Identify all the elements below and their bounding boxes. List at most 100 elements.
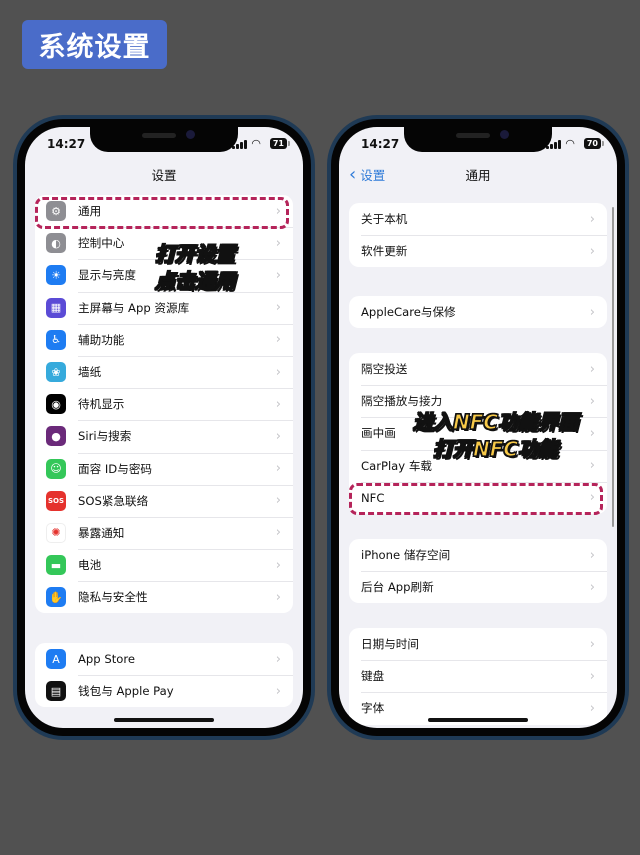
general-item-label: 关于本机 [361, 212, 408, 227]
settings-item[interactable]: ◉ 待机显示 › [35, 388, 293, 420]
annotation-right: 进入NFC功能界面 打开NFC功能 [412, 409, 579, 461]
settings-item-label: 墙纸 [78, 365, 102, 380]
chevron-right-icon: › [275, 525, 281, 541]
hand-icon: ✋ [46, 587, 66, 608]
general-item-label: 后台 App刷新 [361, 580, 434, 595]
general-item-label: 键盘 [361, 669, 385, 684]
settings-item-label: 电池 [78, 558, 102, 573]
wifi-icon: ◠ [565, 136, 575, 150]
general-item-label: iPhone 储存空间 [361, 548, 451, 563]
settings-item[interactable]: ● Siri与搜索 › [35, 420, 293, 452]
header-badge: 系统设置 [22, 20, 167, 69]
page-title: 设置 [151, 168, 177, 183]
chevron-right-icon: › [589, 243, 595, 259]
notch [90, 127, 238, 152]
chevron-right-icon: › [275, 651, 281, 667]
settings-item[interactable]: ☺ 面容 ID与密码 › [35, 452, 293, 485]
chevron-right-icon: › [589, 211, 595, 227]
settings-item[interactable]: ♿ 辅助功能 › [35, 323, 293, 356]
settings-item[interactable]: ▤ 钱包与 Apple Pay › [35, 675, 293, 707]
chevron-left-icon: ‹ [349, 163, 357, 185]
general-item[interactable]: iPhone 储存空间 › [349, 539, 607, 571]
chevron-right-icon: › [275, 396, 281, 412]
status-time: 14:27 [361, 137, 400, 151]
camera-icon [186, 130, 195, 139]
chevron-right-icon: › [589, 700, 595, 716]
settings-item[interactable]: ▦ 主屏幕与 App 资源库 › [35, 291, 293, 324]
settings-item-label: 面容 ID与密码 [78, 461, 153, 476]
highlight-nfc [349, 483, 603, 515]
exposure-icon: ✺ [46, 522, 66, 543]
general-item[interactable]: 关于本机 › [349, 203, 607, 235]
chevron-right-icon: › [275, 493, 281, 509]
chevron-right-icon: › [589, 579, 595, 595]
chevron-right-icon: › [275, 300, 281, 316]
scrollbar[interactable] [611, 207, 614, 527]
phone-general: 14:27 ◠ 70 ‹ 设置 通用 关于本机 › 软件更新 › AppleCare与保… [327, 115, 629, 740]
siri-icon: ● [46, 426, 66, 447]
settings-item[interactable]: A App Store › [35, 643, 293, 675]
settings-item-label: 主屏幕与 App 资源库 [78, 300, 190, 315]
general-group-applecare: AppleCare与保修 › [349, 296, 607, 329]
general-item-label: 日期与时间 [361, 637, 419, 652]
sun-icon: ☀ [46, 265, 66, 286]
general-item-label: 字体 [361, 701, 385, 716]
chevron-right-icon: › [589, 361, 595, 377]
general-item[interactable]: 键盘 › [349, 660, 607, 692]
chevron-right-icon: › [275, 364, 281, 380]
chevron-right-icon: › [589, 636, 595, 652]
highlight-general [35, 197, 289, 229]
chevron-right-icon: › [275, 683, 281, 699]
status-time: 14:27 [47, 137, 86, 151]
chevron-right-icon: › [589, 304, 595, 320]
settings-item[interactable]: ▬ 电池 › [35, 549, 293, 581]
chevron-right-icon: › [589, 458, 595, 474]
battery-icon: 70 [583, 138, 605, 149]
annotation-left: 打开设置 点击通用 [154, 241, 235, 293]
general-item-label: 隔空投送 [361, 362, 408, 377]
general-item[interactable]: 隔空投送 › [349, 353, 607, 385]
battery-icon: 71 [269, 138, 291, 149]
general-item[interactable]: AppleCare与保修 › [349, 296, 607, 328]
general-item[interactable]: 软件更新 › [349, 235, 607, 267]
general-group-datetime: 日期与时间 › 键盘 › 字体 › [349, 628, 607, 725]
page-title: 通用 [465, 168, 491, 183]
settings-item[interactable]: SOS SOS紧急联络 › [35, 484, 293, 517]
chevron-right-icon: › [589, 547, 595, 563]
chevron-right-icon: › [589, 425, 595, 441]
home-indicator[interactable] [428, 718, 528, 722]
chevron-right-icon: › [275, 461, 281, 477]
battery-icon: ▬ [46, 555, 66, 576]
general-item-label: 软件更新 [361, 244, 408, 259]
settings-item[interactable]: ✋ 隐私与安全性 › [35, 581, 293, 613]
settings-item-label: 待机显示 [78, 397, 125, 412]
phone-settings: 14:27 ◠ 71 设置 ⚙ 通用 › ◐ 控制中心 › ☀ 显示与亮度 › ▦ 主屏幕与 App… [13, 115, 315, 740]
settings-item-label: Siri与搜索 [78, 429, 132, 444]
standby-icon: ◉ [46, 394, 66, 415]
general-item-label: 隔空播放与接力 [361, 394, 443, 409]
general-group-about: 关于本机 › 软件更新 › [349, 203, 607, 268]
camera-icon [500, 130, 509, 139]
settings-item-label: 暴露通知 [78, 525, 125, 540]
home-indicator[interactable] [114, 718, 214, 722]
settings-item-label: 隐私与安全性 [78, 590, 148, 605]
flower-icon: ❀ [46, 362, 66, 383]
face-id-icon: ☺ [46, 458, 66, 479]
general-item[interactable]: 日期与时间 › [349, 628, 607, 660]
chevron-right-icon: › [275, 557, 281, 573]
home-grid-icon: ▦ [46, 297, 66, 318]
chevron-right-icon: › [275, 428, 281, 444]
settings-item[interactable]: ✺ 暴露通知 › [35, 516, 293, 549]
chevron-right-icon: › [275, 589, 281, 605]
chevron-right-icon: › [275, 235, 281, 251]
settings-item-label: 钱包与 Apple Pay [78, 684, 174, 699]
back-button[interactable]: ‹ 设置 [349, 165, 385, 184]
general-item[interactable]: 后台 App刷新 › [349, 571, 607, 603]
settings-item[interactable]: ❀ 墙纸 › [35, 355, 293, 388]
chevron-right-icon: › [275, 267, 281, 283]
chevron-right-icon: › [589, 393, 595, 409]
chevron-right-icon: › [589, 668, 595, 684]
sos-icon: SOS [46, 490, 66, 511]
app-store-icon: A [46, 649, 66, 670]
general-group-storage: iPhone 储存空间 › 后台 App刷新 › [349, 539, 607, 604]
